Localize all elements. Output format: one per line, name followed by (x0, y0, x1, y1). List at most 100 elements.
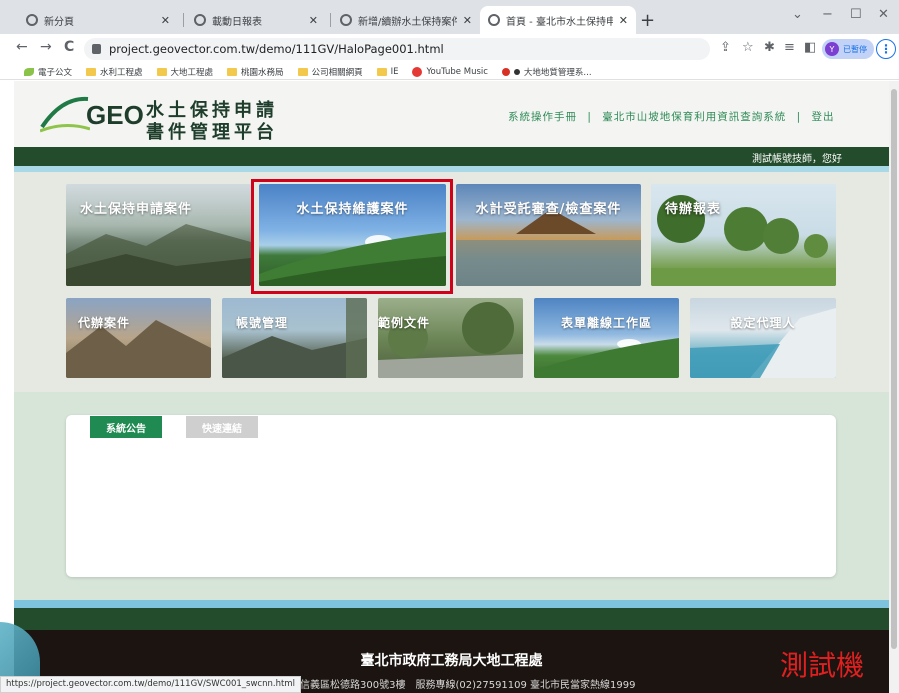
globe-icon (26, 14, 38, 26)
tile-label: 水土保持申請案件 (80, 202, 193, 217)
media-icon[interactable]: ≡ (784, 40, 795, 55)
back-button[interactable]: ← (16, 39, 28, 55)
glacier-photo (690, 308, 836, 378)
bookmark-label: 大地工程處 (170, 67, 214, 78)
tab-title: 首頁 - 臺北市水土保持申請書件管 (506, 16, 613, 28)
bookmark-label: 公司相關網頁 (311, 67, 363, 78)
profile-button[interactable]: Y 已暫停 (822, 39, 874, 59)
url-text: project.geovector.com.tw/demo/111GV/Halo… (109, 42, 444, 56)
tab-announcements[interactable]: 系統公告 (90, 416, 162, 438)
footer-address: 臺北市信義區松德路300號3樓 服務專線(02)27591109 臺北市民當家熱… (270, 680, 636, 691)
maximize-button[interactable]: ☐ (850, 7, 862, 22)
tile-offline-forms[interactable]: 表單離線工作區 (534, 298, 679, 378)
reload-button[interactable]: C (64, 39, 74, 55)
bookmark-label: IE (390, 66, 399, 77)
side-panel-icon[interactable]: ◧ (804, 40, 816, 55)
tile-agent-cases[interactable]: 代辦案件 (66, 298, 211, 378)
close-icon[interactable]: ✕ (309, 14, 318, 27)
tile-set-agent[interactable]: 設定代理人 (690, 298, 836, 378)
tile-label: 帳號管理 (236, 316, 289, 330)
dot-icon (513, 68, 520, 75)
folder-icon (227, 67, 238, 76)
link-separator: | (796, 111, 802, 123)
site-title-line2: 書件管理平台 (146, 122, 278, 143)
globe-icon (488, 14, 500, 26)
bookmark-star-icon[interactable]: ☆ (742, 40, 754, 55)
browser-tab-report[interactable]: 載動日報表 ✕ (186, 6, 326, 34)
tab-title: 新增/續辦水土保持案件 (358, 16, 457, 28)
bookmark-item[interactable]: 公司相關網頁 (297, 66, 363, 78)
footer-bar (14, 608, 889, 630)
bookmark-label: 桃園水務局 (241, 67, 284, 78)
test-environment-label: 測試機 (780, 649, 865, 682)
browser-tab-home[interactable]: 首頁 - 臺北市水土保持申請書件管 ✕ (480, 6, 636, 34)
link-separator: | (587, 111, 592, 123)
browser-menu-icon[interactable]: ⋮ (876, 39, 896, 59)
notice-panel (66, 415, 836, 577)
tile-sample-documents[interactable]: 範例文件 (378, 298, 523, 378)
bookmark-item[interactable]: IE (376, 66, 399, 77)
page-scrollbar[interactable] (889, 81, 899, 693)
forest-photo (378, 302, 523, 378)
meadow-photo (534, 338, 679, 378)
tile-label: 代辦案件 (78, 316, 131, 330)
bookmark-item[interactable]: 大地地質管理系... (501, 66, 592, 78)
lock-icon[interactable] (92, 44, 101, 54)
ridge-photo (222, 298, 367, 378)
tab-search-icon[interactable]: ⌄ (792, 7, 803, 22)
tile-account-management[interactable]: 帳號管理 (222, 298, 367, 378)
address-bar[interactable]: project.geovector.com.tw/demo/111GV/Halo… (84, 38, 710, 60)
youtube-music-icon (412, 66, 423, 77)
new-tab-button[interactable]: + (640, 10, 655, 31)
slope-query-link[interactable]: 臺北市山坡地保育利用資訊查詢系統 (602, 111, 786, 123)
share-icon[interactable]: ⇪ (720, 40, 731, 55)
tile-review-cases[interactable]: 水計受託審查/檢查案件 (456, 184, 641, 286)
browser-tab-cases[interactable]: 新增/續辦水土保持案件 ✕ (332, 6, 480, 34)
logo-swoosh-icon (40, 96, 90, 133)
tab-divider (183, 13, 184, 27)
tab-quick-links[interactable]: 快速連結 (186, 416, 258, 438)
profile-status: 已暫停 (843, 44, 867, 54)
tile-label: 表單離線工作區 (560, 316, 652, 330)
bookmark-item[interactable]: 電子公文 (24, 66, 72, 78)
bookmark-item[interactable]: 大地工程處 (156, 66, 214, 78)
manual-link[interactable]: 系統操作手冊 (508, 111, 577, 123)
tile-swc-application[interactable]: 水土保持申請案件 (66, 184, 251, 286)
folder-icon (86, 67, 97, 76)
minimize-button[interactable]: − (822, 7, 833, 22)
globe-icon (194, 14, 206, 26)
tab-title: 新分頁 (44, 16, 74, 28)
leaf-icon (24, 67, 34, 76)
scrollbar-thumb[interactable] (891, 89, 897, 649)
tile-label: 範例文件 (378, 316, 431, 330)
tile-label: 設定代理人 (730, 316, 796, 330)
folder-icon (297, 67, 308, 76)
close-icon[interactable]: ✕ (619, 14, 628, 27)
peaks-photo (66, 320, 211, 378)
folder-icon (156, 67, 167, 76)
avatar: Y (825, 42, 839, 56)
status-bar-url: https://project.geovector.com.tw/demo/11… (0, 676, 301, 693)
folder-icon (376, 67, 387, 76)
tile-pending-reports[interactable]: 待辦報表 (651, 184, 836, 286)
close-icon[interactable]: ✕ (463, 14, 472, 27)
logo-text[interactable]: GEO (86, 100, 144, 131)
globe-icon (340, 14, 352, 26)
bookmark-label: 水利工程處 (100, 67, 143, 78)
highlight-frame (251, 179, 453, 294)
forward-button[interactable]: → (40, 39, 52, 55)
bookmark-item[interactable]: 桃園水務局 (227, 66, 284, 78)
extensions-icon[interactable]: ✱ (764, 40, 775, 55)
user-greeting: 測試帳號技師，您好 (752, 154, 842, 165)
bookmark-label: 大地地質管理系... (523, 67, 592, 78)
close-icon[interactable]: ✕ (161, 14, 170, 27)
bookmark-item[interactable]: YouTube Music (412, 66, 488, 77)
logout-link[interactable]: 登出 (811, 111, 834, 123)
bookmark-label: 電子公文 (38, 67, 73, 78)
bookmark-item[interactable]: 水利工程處 (86, 66, 143, 78)
close-window-button[interactable]: ✕ (878, 7, 889, 22)
tile-label: 待辦報表 (665, 202, 722, 217)
browser-tab-new[interactable]: 新分頁 ✕ (18, 6, 178, 34)
bookmark-label: YouTube Music (426, 66, 488, 77)
bookmarks-bar: 電子公文 水利工程處 大地工程處 桃園水務局 公司相關網頁 IE YouTube… (0, 64, 899, 80)
